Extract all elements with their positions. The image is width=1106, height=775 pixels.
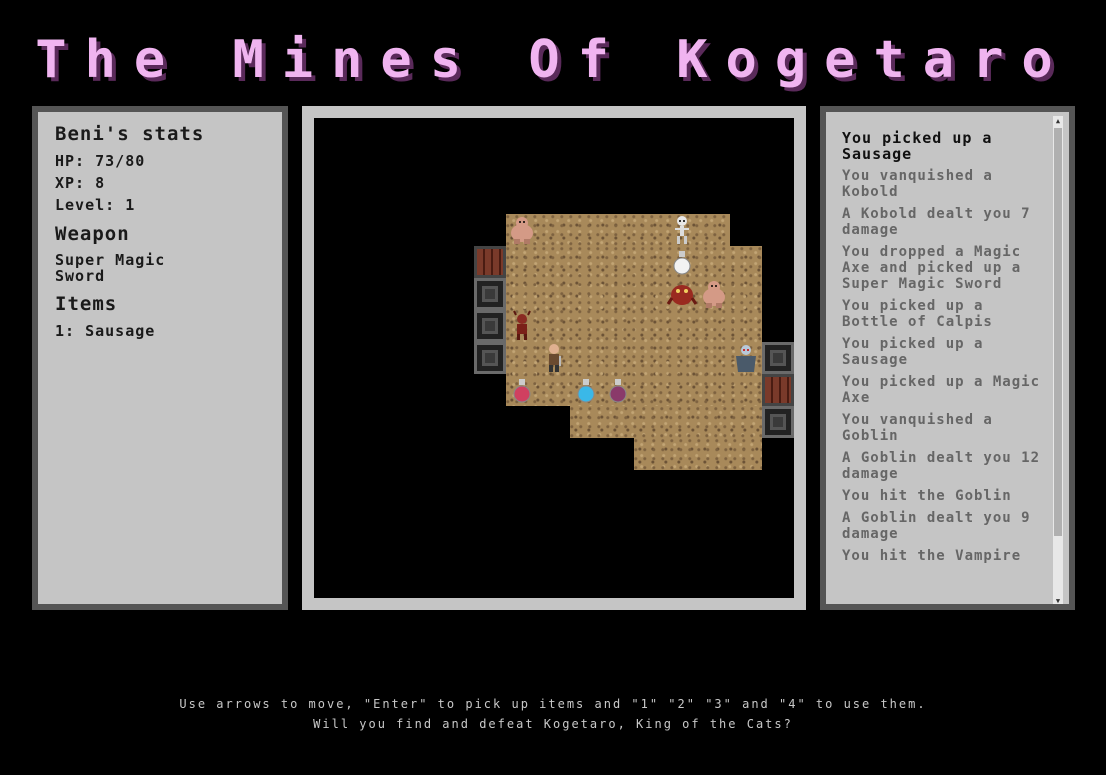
dungeon-map[interactable] — [314, 118, 794, 598]
instructions: Use arrows to move, "Enter" to pick up i… — [0, 694, 1106, 734]
message-log-panel[interactable]: You picked up a Sausage You vanquished a… — [820, 106, 1075, 610]
weapon-name: Super Magic Sword — [55, 251, 166, 285]
ogre-icon — [703, 281, 725, 308]
floor-tiles — [570, 406, 762, 438]
hp-value: HP: 73/80 — [55, 152, 146, 170]
scroll-thumb[interactable] — [1054, 128, 1062, 536]
items-heading: Items — [55, 293, 118, 315]
wall-tile — [474, 310, 506, 342]
log-entry: A Kobold dealt you 7 damage — [842, 206, 1031, 238]
door-tile — [762, 374, 794, 406]
log-entry: A Goblin dealt you 9 damage — [842, 510, 1031, 542]
scroll-down-arrow-icon[interactable]: ▼ — [1053, 596, 1063, 604]
blue-potion-icon — [577, 379, 595, 403]
wall-tile — [474, 342, 506, 374]
wall-tile — [762, 406, 794, 438]
door-tile — [474, 246, 506, 278]
log-entry: You picked up a Magic Axe — [842, 374, 1041, 406]
wall-tile — [474, 278, 506, 310]
stats-panel: Beni's stats HP: 73/80 XP: 8 Level: 1 We… — [32, 106, 288, 610]
skeleton-icon — [675, 216, 689, 244]
log-entry: You dropped a Magic Axe and picked up a … — [842, 244, 1022, 292]
ogre-icon — [511, 217, 533, 244]
log-scrollbar[interactable]: ▲ ▼ — [1053, 116, 1063, 604]
log-entry: You picked up a Sausage — [842, 129, 993, 163]
floor-tiles — [634, 438, 762, 470]
log-entry: You vanquished a Kobold — [842, 168, 993, 200]
white-potion-icon — [673, 251, 691, 275]
stats-heading: Beni's stats — [55, 123, 205, 145]
red-demon-icon — [666, 285, 698, 305]
player-hero-icon — [549, 344, 561, 372]
level-value: Level: 1 — [55, 196, 136, 214]
inventory-item[interactable]: 1: Sausage — [55, 320, 282, 342]
weapon-heading: Weapon — [55, 223, 130, 245]
kobold-icon — [513, 310, 531, 340]
purple-potion-icon — [609, 379, 627, 403]
message-log-list: You picked up a Sausage You vanquished a… — [842, 130, 1042, 570]
floor-tiles — [506, 246, 762, 406]
vampire-icon — [736, 345, 756, 372]
red-potion-icon — [513, 379, 531, 403]
log-entry: You picked up a Sausage — [842, 336, 984, 368]
instructions-line-1: Use arrows to move, "Enter" to pick up i… — [179, 697, 927, 711]
map-frame — [302, 106, 806, 610]
log-entry: You hit the Goblin — [842, 488, 1012, 504]
log-entry: You vanquished a Goblin — [842, 412, 993, 444]
scroll-up-arrow-icon[interactable]: ▲ — [1053, 116, 1063, 126]
log-entry: A Goblin dealt you 12 damage — [842, 450, 1041, 482]
log-entry: You picked up a Bottle of Calpis — [842, 298, 993, 330]
xp-value: XP: 8 — [55, 174, 106, 192]
game-title: The Mines Of Kogetaro — [35, 30, 1071, 90]
log-entry: You hit the Vampire — [842, 548, 1022, 564]
wall-tile — [762, 342, 794, 374]
instructions-line-2: Will you find and defeat Kogetaro, King … — [313, 717, 793, 731]
